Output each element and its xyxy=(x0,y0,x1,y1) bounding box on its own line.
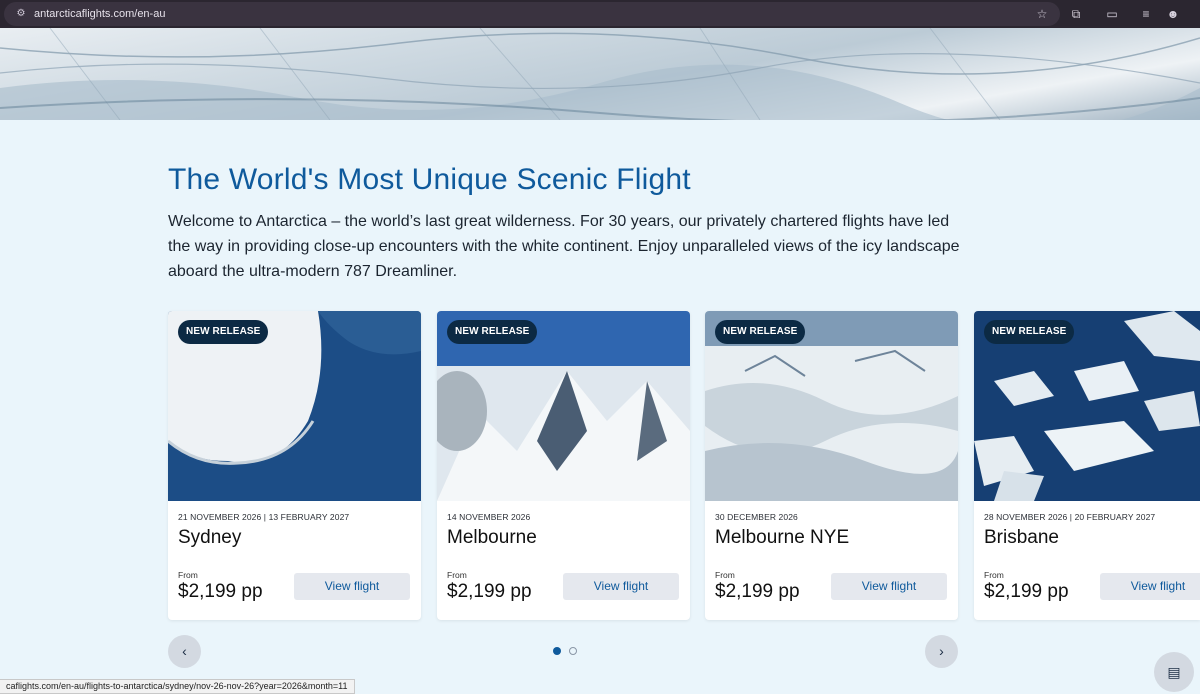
address-bar[interactable]: ⚙ antarcticaflights.com/en-au xyxy=(4,2,1060,26)
price-from-label: From xyxy=(984,570,1004,580)
flight-city: Brisbane xyxy=(984,527,1059,548)
intro-paragraph: Welcome to Antarctica – the world’s last… xyxy=(168,213,960,280)
link-preview-status-bar: caflights.com/en-au/flights-to-antarctic… xyxy=(0,679,355,694)
chat-icon: ▤ xyxy=(1167,664,1181,680)
view-flight-button[interactable]: View flight xyxy=(1100,573,1200,600)
flight-dates: 14 NOVEMBER 2026 xyxy=(447,512,531,522)
extensions-icon[interactable]: ⧉ xyxy=(1067,5,1085,23)
url-text[interactable]: antarcticaflights.com/en-au xyxy=(34,7,165,21)
flight-price: $2,199 pp xyxy=(984,581,1069,602)
price-from-label: From xyxy=(447,570,467,580)
chat-widget-button[interactable]: ▤ xyxy=(1154,652,1194,692)
site-info-icon[interactable]: ⚙ xyxy=(14,7,28,21)
flight-price: $2,199 pp xyxy=(178,581,263,602)
price-from-label: From xyxy=(715,570,735,580)
media-cast-icon[interactable]: ▭ xyxy=(1103,5,1121,23)
browser-toolbar: ⚙ antarcticaflights.com/en-au ☆ ⧉ ▭ ≡ ☻ xyxy=(0,0,1200,28)
flight-price: $2,199 pp xyxy=(715,581,800,602)
flight-card-melbourne[interactable]: NEW RELEASE 14 NOVEMBER 2026 Melbourne F… xyxy=(437,311,690,620)
page-title: The World's Most Unique Scenic Flight xyxy=(168,163,691,196)
flight-price: $2,199 pp xyxy=(447,581,532,602)
new-release-badge: NEW RELEASE xyxy=(178,320,269,344)
chevron-right-icon: › xyxy=(939,643,944,659)
chevron-left-icon: ‹ xyxy=(182,643,187,659)
carousel-dot-1[interactable] xyxy=(553,647,561,655)
view-flight-button[interactable]: View flight xyxy=(831,573,947,600)
carousel-next-button[interactable]: › xyxy=(925,635,958,668)
bookmark-star-icon[interactable]: ☆ xyxy=(1033,5,1051,23)
new-release-badge: NEW RELEASE xyxy=(984,320,1075,344)
view-flight-button[interactable]: View flight xyxy=(563,573,679,600)
price-from-label: From xyxy=(178,570,198,580)
flight-dates: 28 NOVEMBER 2026 | 20 FEBRUARY 2027 xyxy=(984,512,1156,522)
reading-list-icon[interactable]: ≡ xyxy=(1137,5,1155,23)
flight-city: Melbourne NYE xyxy=(715,527,850,548)
new-release-badge: NEW RELEASE xyxy=(447,320,538,344)
flight-card-melbourne-nye[interactable]: NEW RELEASE 30 DECEMBER 2026 Melbourne N… xyxy=(705,311,958,620)
profile-avatar-icon[interactable]: ☻ xyxy=(1164,5,1182,23)
carousel-prev-button[interactable]: ‹ xyxy=(168,635,201,668)
flight-card-sydney[interactable]: NEW RELEASE 21 NOVEMBER 2026 | 13 FEBRUA… xyxy=(168,311,421,620)
flight-dates: 30 DECEMBER 2026 xyxy=(715,512,798,522)
carousel-dot-2[interactable] xyxy=(569,647,577,655)
flight-dates: 21 NOVEMBER 2026 | 13 FEBRUARY 2027 xyxy=(178,512,350,522)
flight-card-brisbane[interactable]: NEW RELEASE 28 NOVEMBER 2026 | 20 FEBRUA… xyxy=(974,311,1200,620)
flight-city: Melbourne xyxy=(447,527,537,548)
view-flight-button[interactable]: View flight xyxy=(294,573,410,600)
flight-city: Sydney xyxy=(178,527,242,548)
new-release-badge: NEW RELEASE xyxy=(715,320,806,344)
hero-banner-image xyxy=(0,28,1200,120)
